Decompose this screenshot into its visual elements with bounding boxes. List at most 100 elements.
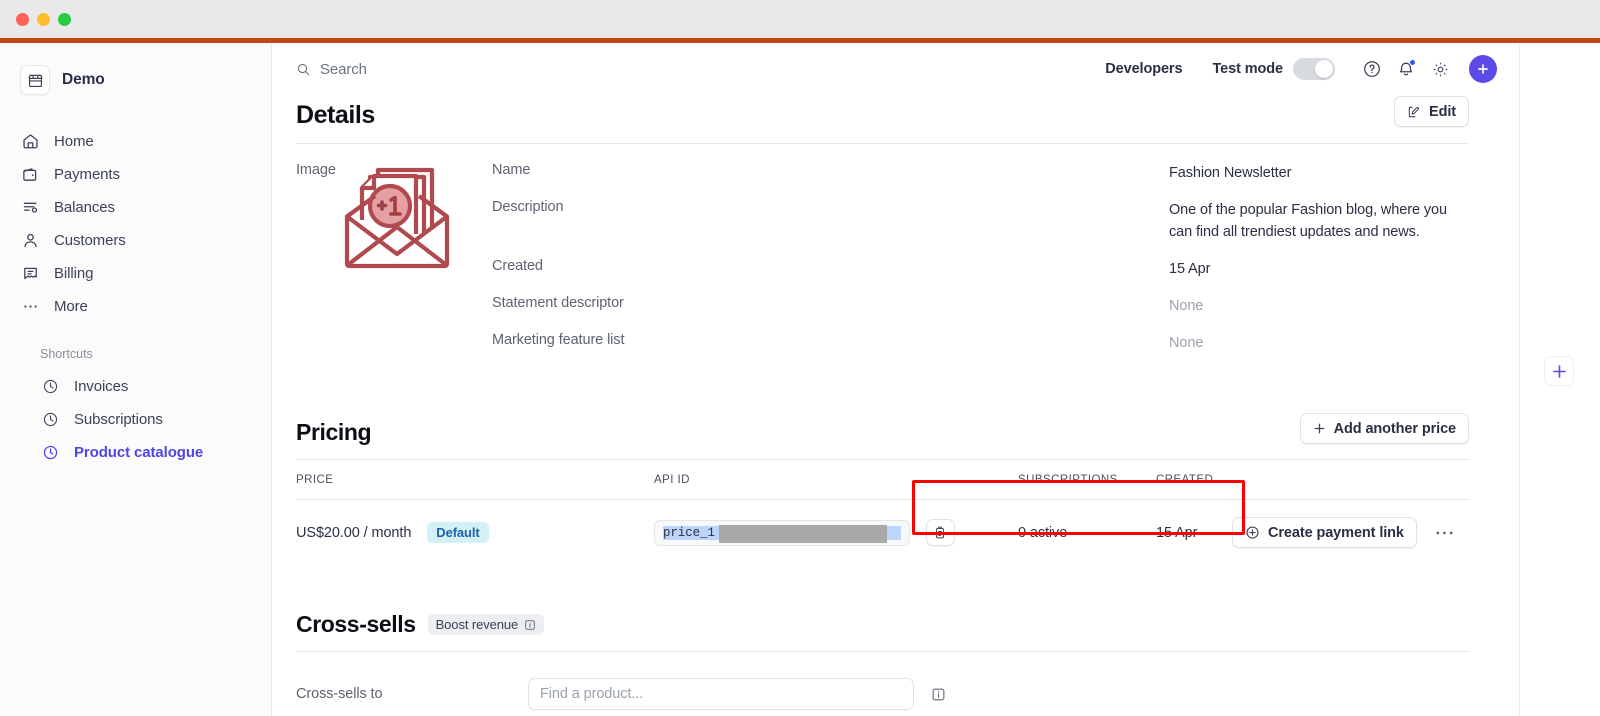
right-rail [1520, 43, 1600, 716]
plus-icon [1551, 363, 1568, 380]
clock-icon [40, 377, 60, 397]
sidebar-item-billing[interactable]: Billing [0, 257, 271, 290]
clipboard-icon [933, 526, 947, 540]
balances-icon [20, 198, 40, 218]
topbar-actions: Developers Test mode [1105, 52, 1497, 86]
column-header-subscriptions: SUBSCRIPTIONS [1018, 460, 1156, 501]
notifications-button[interactable] [1389, 52, 1423, 86]
create-payment-link-label: Create payment link [1268, 524, 1404, 541]
cross-sells-header: Cross-sells Boost revenue [296, 611, 1469, 638]
sidebar: Demo Home Payments Balances Customers Bi… [0, 43, 272, 716]
sidebar-item-label: Payments [54, 166, 120, 183]
test-mode-toggle[interactable] [1293, 58, 1335, 80]
add-another-price-button[interactable]: Add another price [1299, 413, 1469, 445]
product-image-cell: Image [296, 162, 492, 369]
page-title: Details [296, 101, 375, 129]
topbar: Search Developers Test mode [272, 43, 1519, 95]
question-circle-icon [1362, 59, 1382, 79]
detail-label: Statement descriptor [492, 295, 624, 312]
traffic-lights [16, 12, 71, 26]
detail-value: Fashion Newsletter [1169, 165, 1292, 181]
sidebar-item-label: Billing [54, 265, 94, 282]
row-overflow-menu-button[interactable] [1431, 530, 1458, 536]
sidebar-item-product-catalogue[interactable]: Product catalogue [0, 436, 271, 469]
detail-label: Marketing feature list [492, 332, 625, 349]
sidebar-item-label: Invoices [74, 378, 129, 395]
sidebar-item-payments[interactable]: Payments [0, 158, 271, 191]
sidebar-item-label: Customers [54, 232, 126, 249]
edit-button[interactable]: Edit [1394, 96, 1469, 127]
subscriptions-cell: 0 active [1018, 524, 1068, 541]
brand-account-switcher[interactable]: Demo [0, 57, 271, 99]
copy-api-id-button[interactable] [925, 519, 955, 547]
wallet-icon [20, 165, 40, 185]
shortcuts-heading: Shortcuts [40, 347, 93, 361]
content-area: Details Edit Name Fashion Newsletter Ima… [272, 95, 1519, 711]
window-titlebar [0, 0, 1600, 38]
create-payment-link-button[interactable]: Create payment link [1232, 517, 1417, 549]
edit-button-label: Edit [1429, 103, 1456, 120]
boost-revenue-label: Boost revenue [435, 617, 519, 633]
pencil-square-icon [1407, 105, 1421, 119]
developers-link[interactable]: Developers [1105, 61, 1182, 77]
create-button[interactable] [1469, 55, 1497, 83]
price-cell: US$20.00 / month Default [296, 500, 654, 566]
sidebar-item-more[interactable]: More [0, 290, 271, 323]
detail-value: None [1169, 335, 1204, 352]
gear-icon [1431, 60, 1450, 79]
clock-icon [40, 410, 60, 430]
plus-circle-icon [1245, 525, 1260, 540]
redaction-overlay [719, 525, 887, 544]
table-header-row: PRICE API ID SUBSCRIPTIONS CREATED [296, 460, 1469, 501]
help-button[interactable] [1355, 52, 1389, 86]
sidebar-item-label: Subscriptions [74, 411, 163, 428]
sidebar-item-customers[interactable]: Customers [0, 224, 271, 257]
sidebar-item-balances[interactable]: Balances [0, 191, 271, 224]
created-cell: 15 Apr [1156, 524, 1198, 541]
search-placeholder: Search [320, 60, 367, 78]
cross-sells-title: Cross-sells [296, 611, 416, 638]
cross-sells-field-row: Cross-sells to [296, 652, 1469, 711]
notification-badge [1409, 59, 1416, 66]
row-actions-cell: Create payment link [1232, 500, 1469, 566]
detail-label: Created [492, 258, 543, 275]
sidebar-item-subscriptions[interactable]: Subscriptions [0, 403, 271, 436]
detail-value: 15 Apr [1169, 261, 1211, 278]
rail-add-button[interactable] [1544, 356, 1574, 386]
minimize-window-button[interactable] [37, 12, 50, 26]
cross-sells-field-label: Cross-sells to [296, 686, 383, 703]
column-header-created: CREATED [1156, 460, 1232, 501]
api-id-input[interactable]: price_1 [654, 520, 910, 547]
info-icon [524, 619, 536, 631]
detail-value: None [1169, 298, 1204, 315]
add-price-label: Add another price [1333, 420, 1456, 437]
table-row[interactable]: US$20.00 / month Default price_1 0 activ… [296, 500, 1469, 566]
person-icon [20, 231, 40, 251]
column-header-api-id: API ID [654, 460, 1018, 501]
boost-revenue-badge[interactable]: Boost revenue [427, 614, 545, 636]
sidebar-item-home[interactable]: Home [0, 125, 271, 158]
cross-sells-info-button[interactable] [931, 687, 946, 702]
detail-label: Description [492, 199, 564, 216]
column-header-price: PRICE [296, 460, 654, 501]
pricing-table: PRICE API ID SUBSCRIPTIONS CREATED US$20… [296, 460, 1469, 565]
close-window-button[interactable] [16, 12, 29, 26]
home-icon [20, 132, 40, 152]
pricing-header: Pricing Add another price [296, 413, 1469, 446]
search-input[interactable]: Search [296, 61, 367, 78]
plus-icon [1313, 422, 1326, 435]
sidebar-item-invoices[interactable]: Invoices [0, 370, 271, 403]
settings-button[interactable] [1423, 52, 1457, 86]
brand-name: Demo [62, 71, 105, 88]
plus-icon [1476, 62, 1490, 76]
zoom-window-button[interactable] [58, 12, 71, 26]
store-icon [20, 65, 50, 95]
sidebar-item-label: Balances [54, 199, 115, 216]
app-shell: Demo Home Payments Balances Customers Bi… [0, 43, 1600, 716]
ellipsis-icon [20, 297, 40, 317]
pricing-title: Pricing [296, 419, 372, 446]
clock-icon [40, 443, 60, 463]
column-header-actions [1232, 460, 1469, 501]
find-product-input[interactable] [528, 678, 914, 711]
details-header: Details Edit [296, 95, 1469, 130]
